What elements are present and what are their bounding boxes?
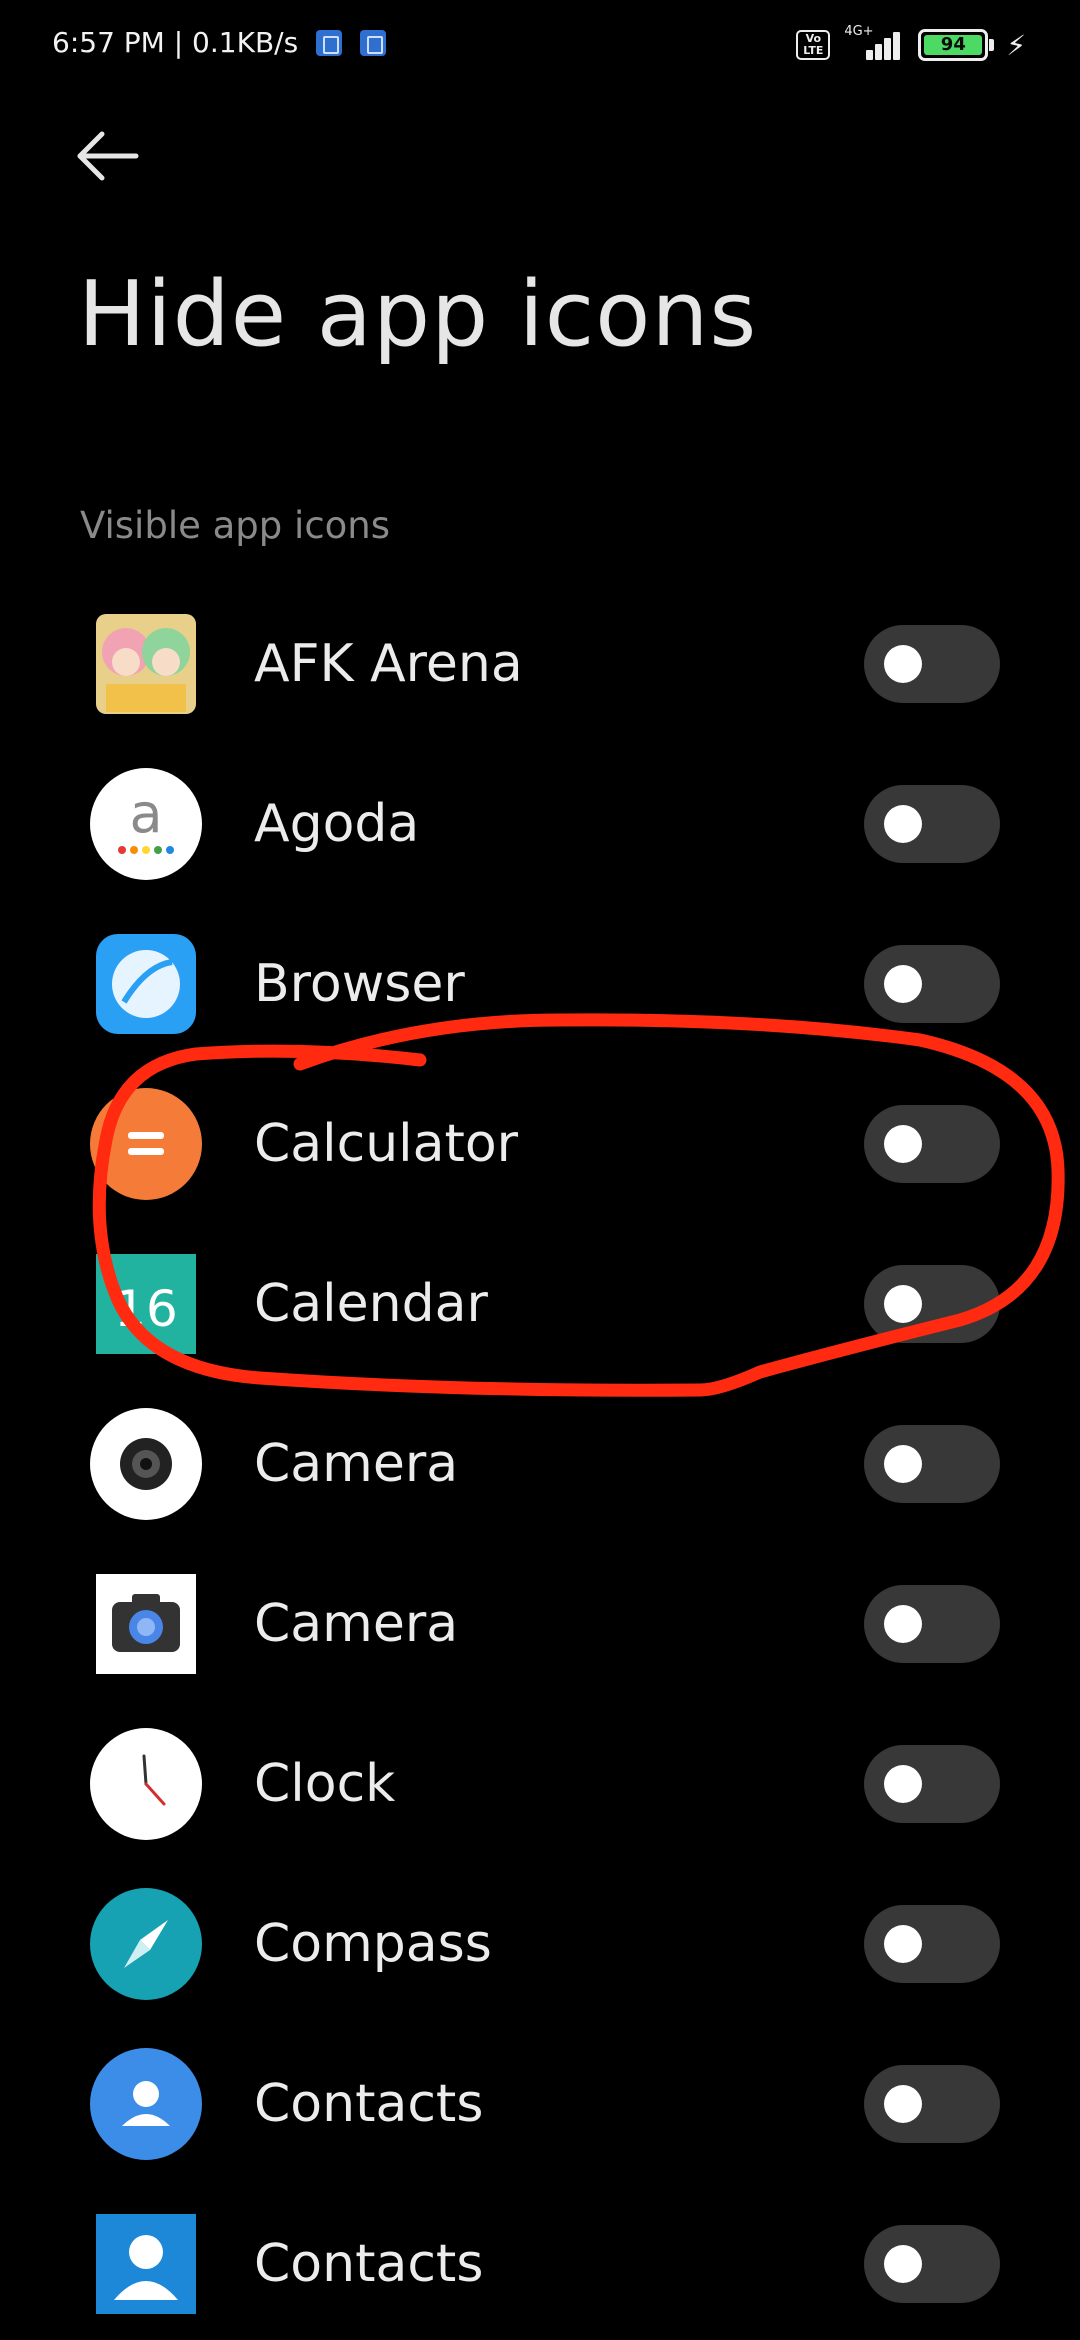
battery-level: 94 [924, 35, 983, 55]
arrow-left-icon [77, 131, 139, 181]
list-item[interactable]: Clock [0, 1704, 1080, 1864]
toggle-switch[interactable] [864, 785, 1000, 863]
calendar-icon: 16 [96, 1254, 196, 1354]
list-item[interactable]: Calculator [0, 1064, 1080, 1224]
app-name: Browser [254, 954, 465, 1014]
outlook-notification-icon [316, 29, 343, 56]
toggle-switch[interactable] [864, 2065, 1000, 2143]
svg-text:a: a [129, 782, 162, 845]
status-time-speed: 6:57 PM | 0.1KB/s [52, 26, 299, 59]
app-name: AFK Arena [254, 634, 523, 694]
browser-icon [96, 934, 196, 1034]
calculator-icon [90, 1088, 202, 1200]
app-name: Compass [254, 1914, 492, 1974]
app-name: Calculator [254, 1114, 519, 1174]
list-item[interactable]: AFK Arena [0, 584, 1080, 744]
list-item[interactable]: Camera [0, 1544, 1080, 1704]
list-item[interactable]: Contacts [0, 2184, 1080, 2340]
section-header: Visible app icons [80, 504, 391, 547]
volte-icon: Vo LTE [796, 30, 831, 60]
toggle-switch[interactable] [864, 1745, 1000, 1823]
signal-icon: 4G+ [844, 24, 904, 62]
compass-icon [90, 1888, 202, 2000]
charging-icon: ⚡ [1006, 28, 1026, 62]
toggle-switch[interactable] [864, 1905, 1000, 1983]
app-list: AFK Arena a Agoda Browser Calculator 16 … [0, 584, 1080, 2340]
battery-icon: 94 [918, 29, 995, 61]
contacts-square-icon [96, 2214, 196, 2314]
list-item[interactable]: Compass [0, 1864, 1080, 2024]
contacts-icon [90, 2048, 202, 2160]
toggle-switch[interactable] [864, 1585, 1000, 1663]
app-name: Calendar [254, 1274, 488, 1334]
outlook-notification-icon [360, 29, 387, 56]
status-right: Vo LTE 4G+ 94 ⚡ [796, 24, 1026, 62]
back-button[interactable] [76, 128, 140, 184]
toggle-switch[interactable] [864, 2225, 1000, 2303]
status-bar: 6:57 PM | 0.1KB/s Vo LTE 4G+ 94 ⚡ [0, 0, 1080, 92]
list-item[interactable]: Camera [0, 1384, 1080, 1544]
list-item[interactable]: Contacts [0, 2024, 1080, 2184]
app-name: Contacts [254, 2074, 484, 2134]
clock-icon [90, 1728, 202, 1840]
camera-icon [90, 1408, 202, 1520]
network-type: 4G+ [844, 24, 874, 39]
toggle-switch[interactable] [864, 625, 1000, 703]
app-name: Clock [254, 1754, 396, 1814]
list-item[interactable]: a Agoda [0, 744, 1080, 904]
calendar-icon-date: 16 [114, 1280, 178, 1338]
google-camera-icon [96, 1574, 196, 1674]
toggle-switch[interactable] [864, 1425, 1000, 1503]
toggle-switch[interactable] [864, 1105, 1000, 1183]
app-name: Agoda [254, 794, 420, 854]
toggle-switch[interactable] [864, 945, 1000, 1023]
app-name: Camera [254, 1594, 459, 1654]
page-title: Hide app icons [78, 262, 758, 367]
status-left: 6:57 PM | 0.1KB/s [52, 26, 387, 59]
afk-arena-icon [96, 614, 196, 714]
toggle-switch[interactable] [864, 1265, 1000, 1343]
app-name: Contacts [254, 2234, 484, 2294]
agoda-icon: a [90, 768, 202, 880]
app-name: Camera [254, 1434, 459, 1494]
list-item[interactable]: 16 Calendar [0, 1224, 1080, 1384]
list-item[interactable]: Browser [0, 904, 1080, 1064]
